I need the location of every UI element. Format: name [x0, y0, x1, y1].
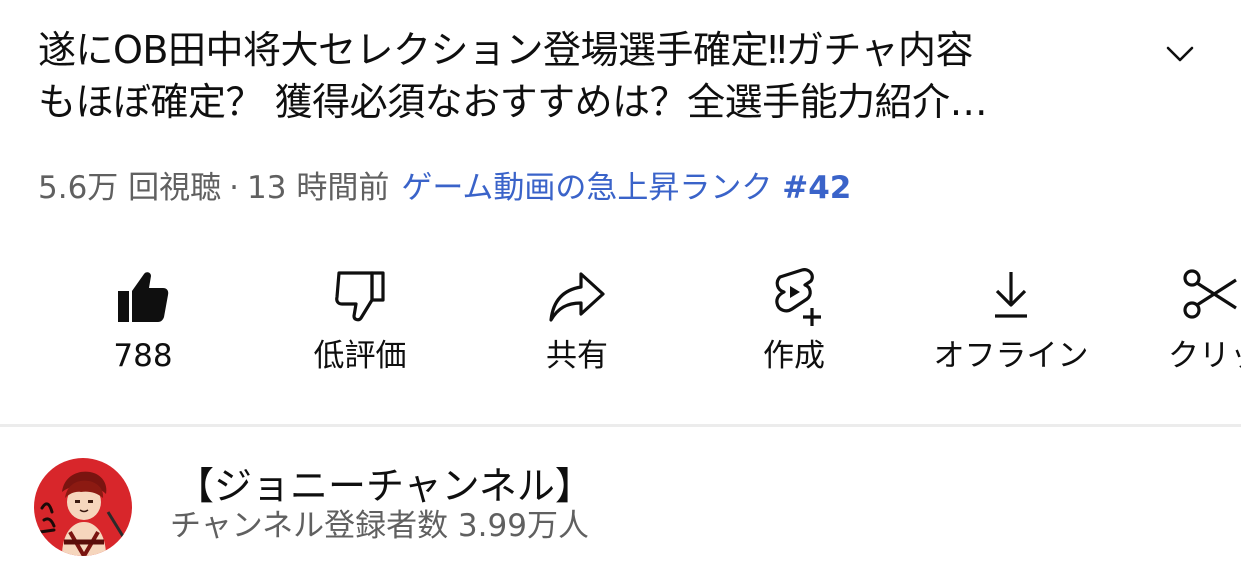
meta-separator: · — [229, 170, 240, 206]
chevron-down-icon[interactable] — [1162, 40, 1198, 68]
create-shorts-icon — [775, 268, 821, 326]
dislike-label: 低評価 — [313, 338, 407, 374]
thumbs-down-icon — [335, 271, 385, 322]
like-button[interactable]: 788 — [43, 258, 243, 388]
share-arrow-icon — [549, 272, 605, 322]
channel-avatar-icon[interactable] — [34, 458, 132, 556]
like-count: 788 — [113, 338, 173, 374]
video-title: 遂にOB田中将大セレクション登場選手確定‼ガチャ内容 もほぼ確定？ 獲得必須なお… — [38, 24, 1108, 128]
trending-rank: #42 — [782, 170, 852, 206]
dislike-button[interactable]: 低評価 — [260, 258, 460, 388]
thumbs-up-filled-icon — [118, 272, 169, 322]
download-label: オフライン — [933, 338, 1089, 374]
video-title-block[interactable]: 遂にOB田中将大セレクション登場選手確定‼ガチャ内容 もほぼ確定？ 獲得必須なお… — [38, 24, 1108, 128]
channel-row: 【ジョニーチャンネル】 チャンネル登録者数 3.99万人 — [0, 440, 1241, 581]
section-divider — [0, 424, 1241, 427]
download-button[interactable]: オフライン — [911, 258, 1111, 388]
trending-link[interactable]: ゲーム動画の急上昇ランク #42 — [401, 170, 851, 206]
clip-label: クリッ — [1168, 338, 1241, 374]
share-label: 共有 — [546, 338, 608, 374]
posted-time: 13 時間前 — [247, 170, 390, 206]
download-icon — [995, 272, 1027, 318]
action-bar: 788 低評価 共有 作成 オフライン クリ — [0, 258, 1241, 388]
scissors-clip-icon — [1183, 269, 1237, 319]
video-title-line-1: 遂にOB田中将大セレクション登場選手確定‼ガチャ内容 — [38, 28, 974, 72]
view-count: 5.6万 回視聴 — [38, 170, 222, 206]
video-title-line-2: もほぼ確定？ 獲得必須なおすすめは？全選手能力紹介… — [38, 80, 988, 124]
trending-label: ゲーム動画の急上昇ランク — [401, 170, 773, 206]
subscriber-count: チャンネル登録者数 3.99万人 — [170, 508, 589, 544]
create-label: 作成 — [763, 338, 825, 374]
share-button[interactable]: 共有 — [477, 258, 677, 388]
video-metadata: 5.6万 回視聴 · 13 時間前 ゲーム動画の急上昇ランク #42 — [38, 166, 851, 210]
clip-button[interactable]: クリッ — [1100, 258, 1241, 388]
create-button[interactable]: 作成 — [694, 258, 894, 388]
